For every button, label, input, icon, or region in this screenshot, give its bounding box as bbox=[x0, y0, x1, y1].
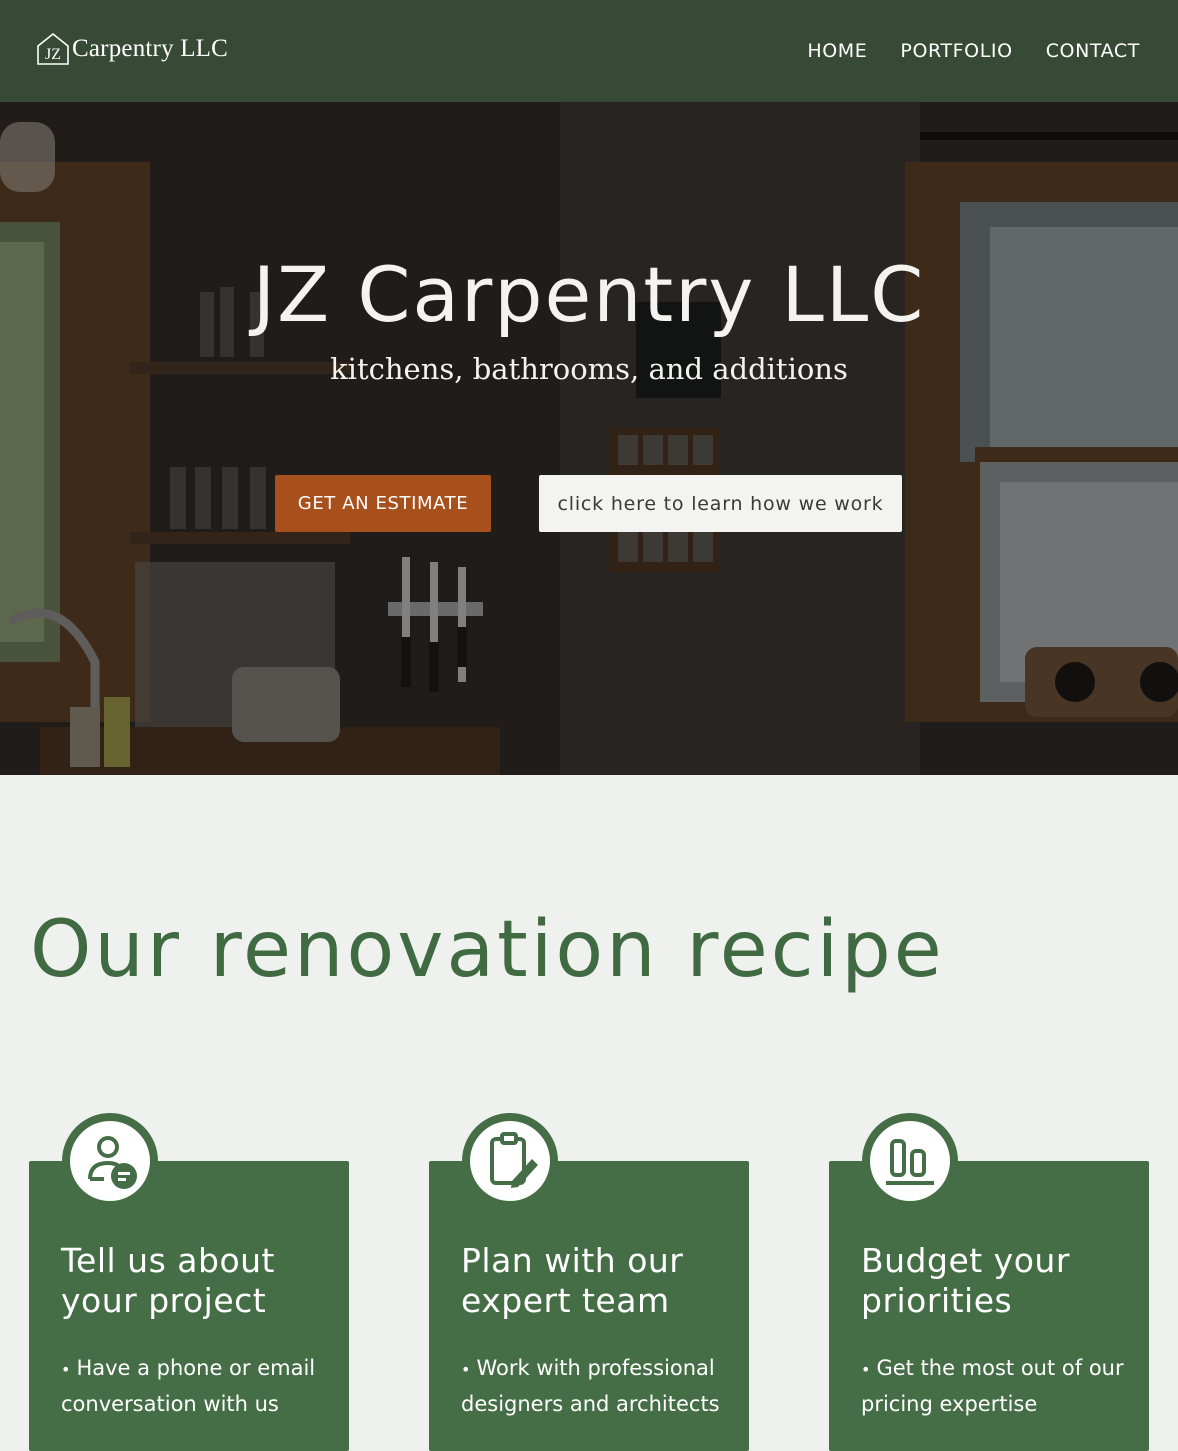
section-title: Our renovation recipe bbox=[30, 905, 945, 995]
svg-text:JZ: JZ bbox=[45, 46, 61, 63]
card-title: Tell us about your project bbox=[61, 1241, 275, 1320]
clipboard-edit-icon bbox=[462, 1113, 558, 1209]
site-logo[interactable]: JZ Carpentry LLC bbox=[36, 32, 228, 66]
recipe-card-plan: Plan with our expert team • Work with pro… bbox=[429, 1113, 749, 1451]
hero-subtitle: kitchens, bathrooms, and additions bbox=[330, 352, 848, 386]
jz-house-logo-icon: JZ bbox=[37, 32, 69, 65]
get-estimate-button[interactable]: GET AN ESTIMATE bbox=[275, 475, 491, 532]
card-bullet: • Work with professional designers and ar… bbox=[461, 1356, 720, 1416]
user-chat-icon bbox=[62, 1113, 158, 1209]
hero-title: JZ Carpentry LLC bbox=[252, 250, 926, 339]
learn-how-we-work-button[interactable]: click here to learn how we work bbox=[539, 475, 902, 532]
card-title: Plan with our expert team bbox=[461, 1241, 684, 1320]
bar-chart-icon bbox=[862, 1113, 958, 1209]
recipe-card-project: Tell us about your project • Have a phone… bbox=[29, 1113, 349, 1451]
kitchen-photo bbox=[0, 102, 1178, 775]
card-bullet: • Get the most out of our pricing experti… bbox=[861, 1356, 1124, 1416]
card-title: Budget your priorities bbox=[861, 1241, 1070, 1320]
site-header: JZ Carpentry LLC HOME PORTFOLIO CONTACT bbox=[0, 0, 1178, 102]
nav-contact[interactable]: CONTACT bbox=[1046, 40, 1140, 62]
nav-portfolio[interactable]: PORTFOLIO bbox=[900, 40, 1012, 62]
card-bullet: • Have a phone or email conversation with… bbox=[61, 1356, 316, 1416]
hero-section: JZ Carpentry LLC kitchens, bathrooms, an… bbox=[0, 102, 1178, 775]
main-nav: HOME PORTFOLIO CONTACT bbox=[807, 40, 1140, 62]
recipe-card-budget: Budget your priorities • Get the most out… bbox=[829, 1113, 1149, 1451]
logo-text: Carpentry LLC bbox=[72, 35, 229, 62]
nav-home[interactable]: HOME bbox=[807, 40, 867, 62]
